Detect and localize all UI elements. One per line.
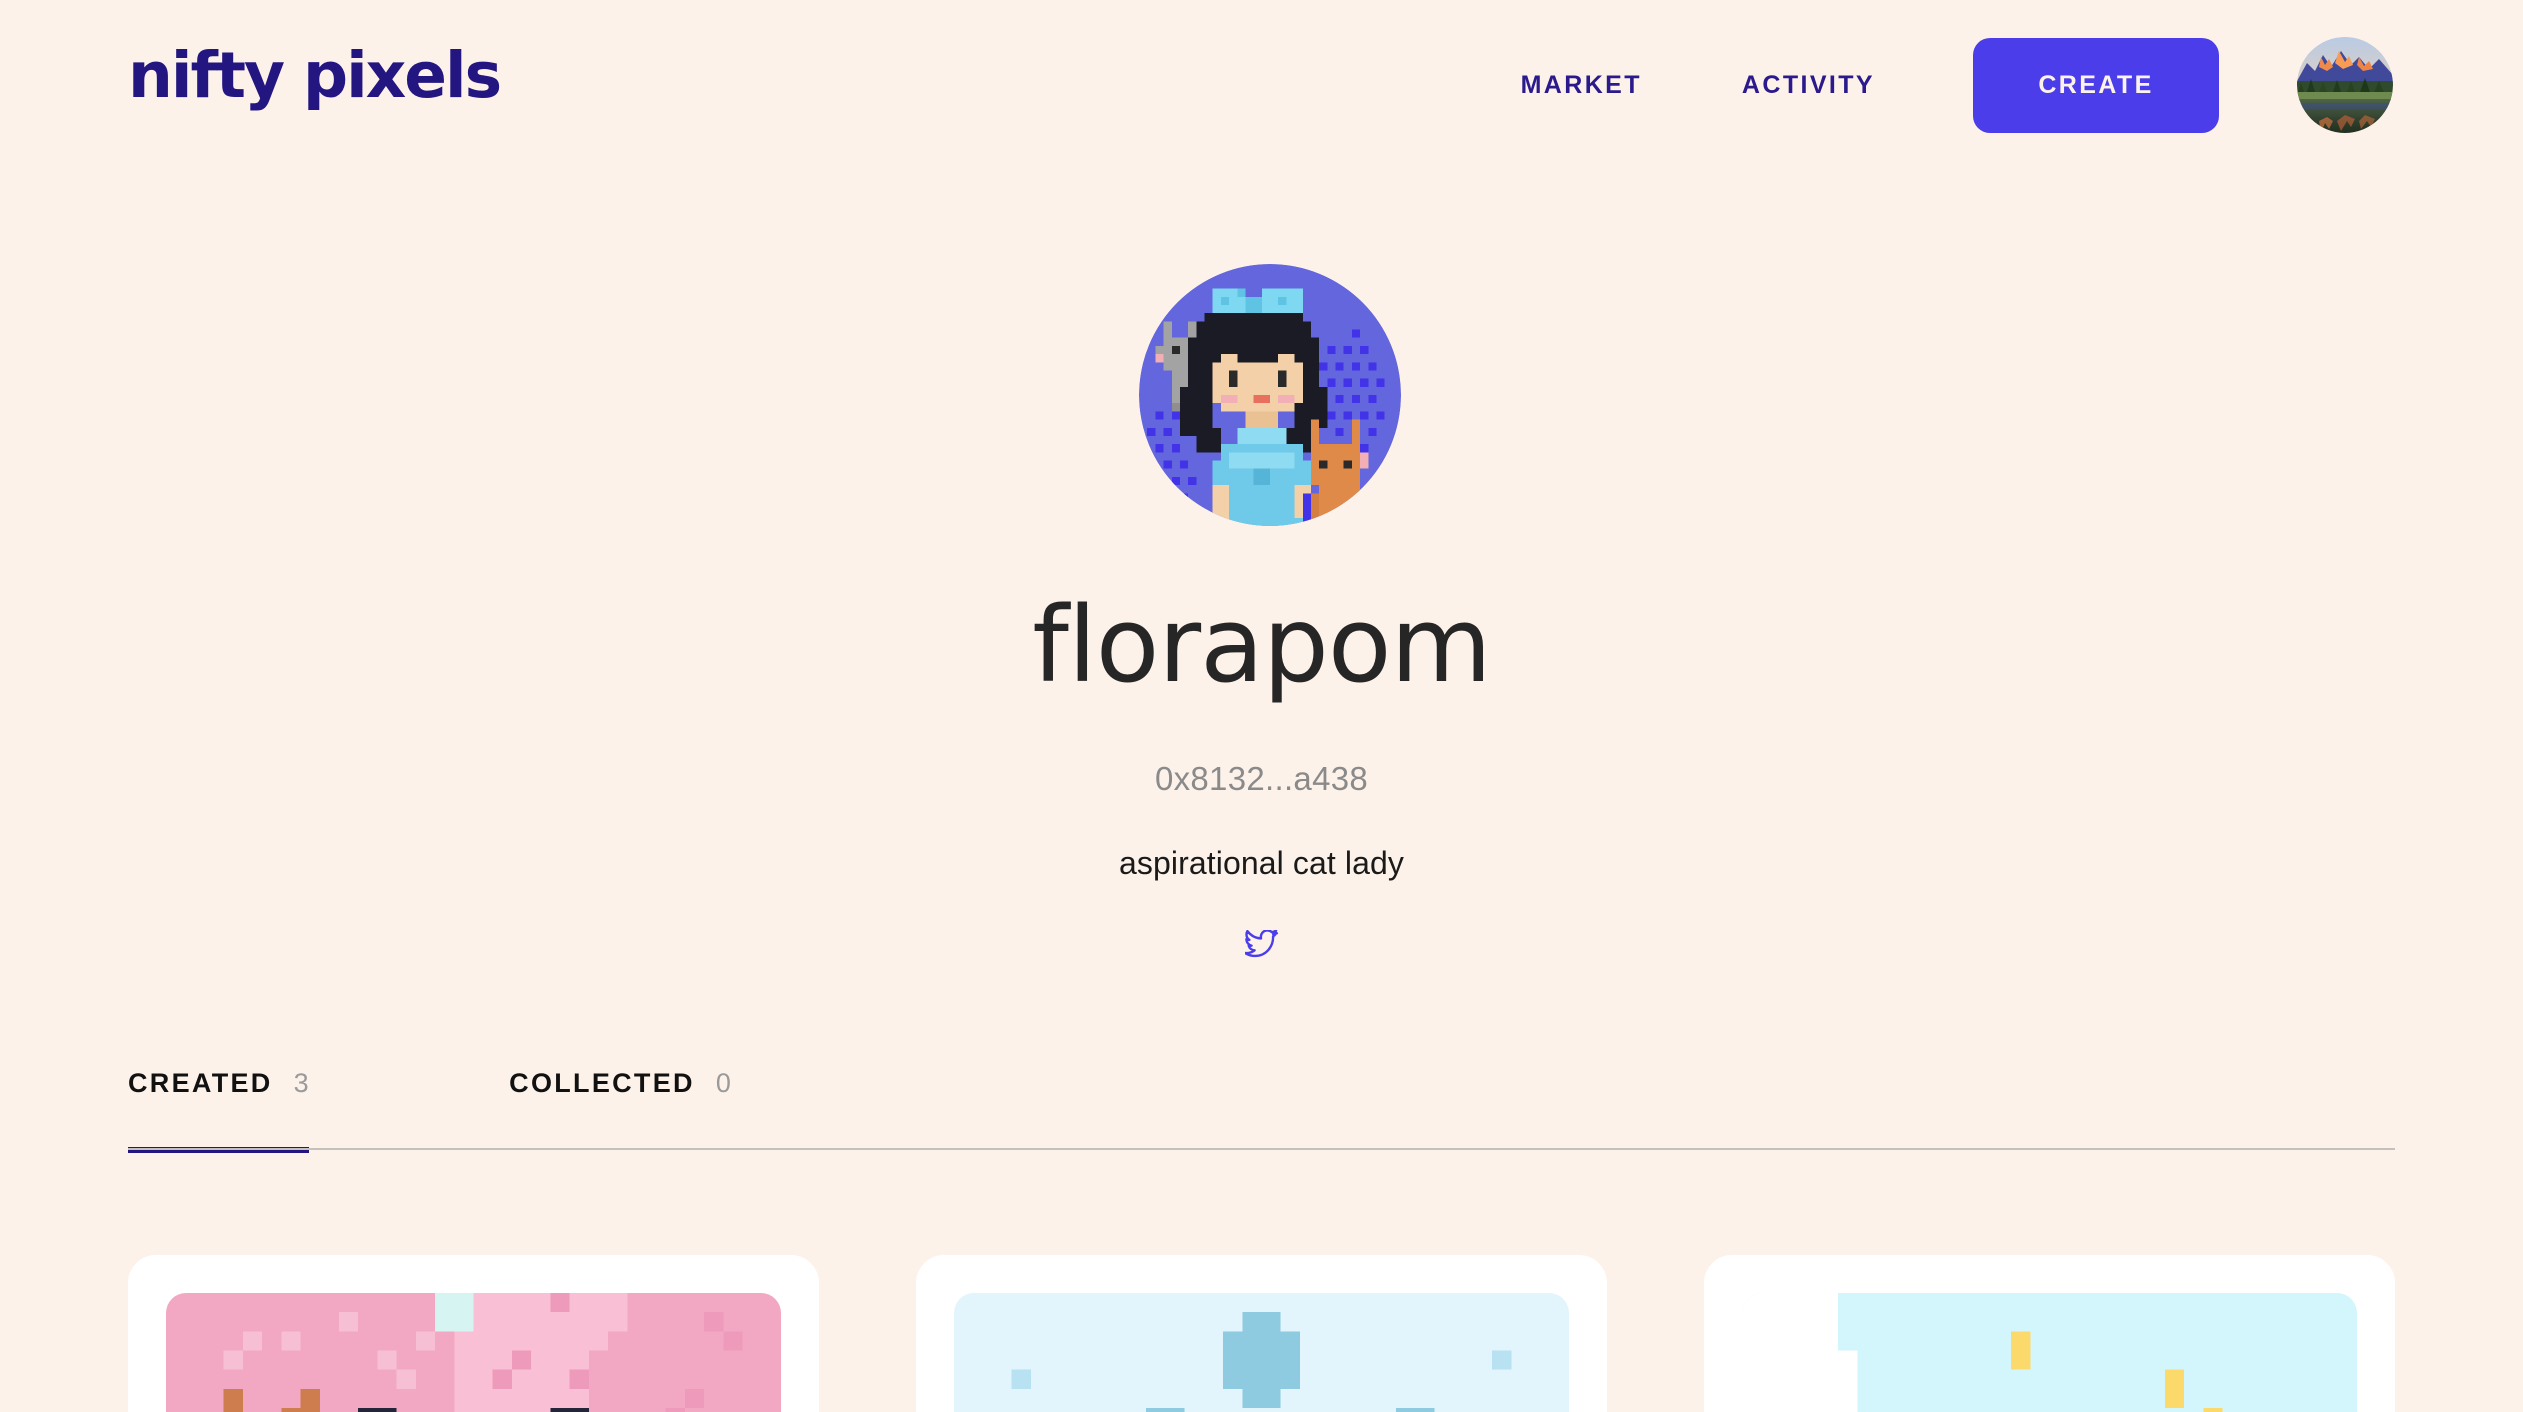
- twitter-icon[interactable]: [1243, 929, 1279, 960]
- user-avatar-mountain-photo[interactable]: [2297, 37, 2393, 133]
- pink-pixel-scene: [166, 1293, 781, 1412]
- tab-created[interactable]: CREATED 3: [128, 1068, 310, 1153]
- tabs-divider: [128, 1148, 2395, 1150]
- blue-sparkle-pixel-scene: [954, 1293, 1569, 1412]
- tab-collected-count: 0: [715, 1068, 732, 1098]
- nft-card-1[interactable]: [128, 1255, 819, 1412]
- site-logo[interactable]: nifty pixels: [128, 44, 502, 107]
- tab-created-label: CREATED: [128, 1068, 273, 1098]
- social-links: [0, 929, 2523, 960]
- main-navigation: MARKET ACTIVITY CREATE: [1521, 0, 2393, 170]
- nft-card-2[interactable]: [916, 1255, 1607, 1412]
- profile-page: nifty pixels MARKET ACTIVITY CREATE flor…: [0, 0, 2523, 1412]
- tab-created-count: 3: [293, 1068, 310, 1098]
- site-header: nifty pixels MARKET ACTIVITY CREATE: [0, 0, 2523, 170]
- wallet-address[interactable]: 0x8132...a438: [0, 760, 2523, 798]
- nft-card-grid: [128, 1255, 2395, 1412]
- tab-collected-label: COLLECTED: [509, 1068, 695, 1098]
- nft-card-3[interactable]: [1704, 1255, 2395, 1412]
- profile-tabs: CREATED 3 COLLECTED 0: [128, 1068, 2395, 1153]
- profile-bio: aspirational cat lady: [1119, 845, 1404, 881]
- tab-collected[interactable]: COLLECTED 0: [509, 1068, 731, 1153]
- profile-username: florapom: [1032, 584, 1492, 706]
- cyan-gold-pixel-scene: [1742, 1293, 2357, 1412]
- nav-link-activity[interactable]: ACTIVITY: [1742, 71, 1875, 100]
- nav-link-market[interactable]: MARKET: [1521, 71, 1642, 100]
- create-button[interactable]: CREATE: [1973, 37, 2219, 133]
- profile-pixel-art-avatar: [1139, 264, 1401, 526]
